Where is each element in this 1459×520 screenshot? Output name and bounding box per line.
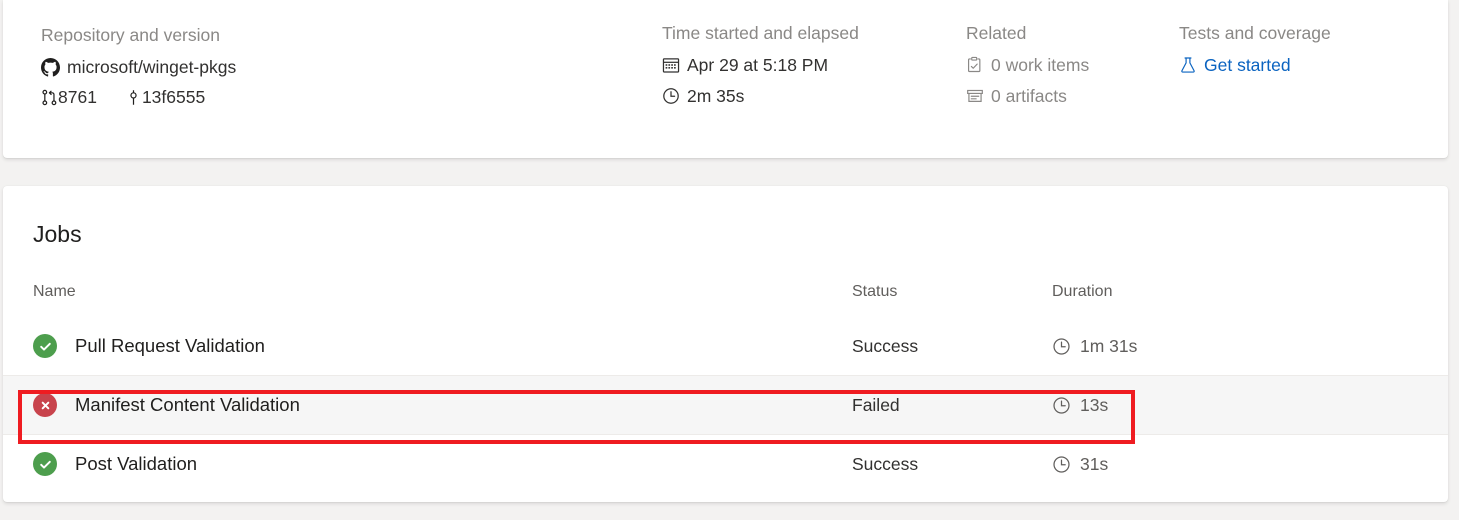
job-status-cell: Failed — [852, 376, 900, 434]
job-duration-cell: 31s — [1052, 435, 1108, 493]
work-items-value: 0 work items — [991, 55, 1090, 75]
jobs-table: Name Status Duration Pull Request Valida… — [3, 282, 1448, 493]
status-badge: Failed — [852, 394, 900, 415]
column-header-status: Status — [852, 283, 898, 300]
repository-column-title: Repository and version — [41, 25, 220, 45]
work-items-row[interactable]: 0 work items — [966, 54, 1089, 76]
status-badge: Success — [852, 453, 919, 474]
flask-icon — [1179, 56, 1197, 74]
jobs-heading: Jobs — [33, 221, 82, 247]
table-row[interactable]: Manifest Content Validation Failed 13s — [3, 375, 1448, 434]
repository-meta-row: 8761 13f6555 — [41, 87, 236, 108]
job-name-cell[interactable]: Manifest Content Validation — [33, 376, 300, 434]
summary-column-related: Related 0 work items 0 artifacts — [966, 21, 1089, 107]
time-column-title: Time started and elapsed — [662, 23, 859, 43]
time-elapsed-value: 2m 35s — [687, 86, 745, 106]
pull-request-number: 8761 — [58, 87, 97, 107]
check-circle-icon — [33, 334, 57, 358]
column-header-duration: Duration — [1052, 283, 1113, 300]
calendar-icon — [662, 56, 680, 74]
pull-request-group[interactable]: 8761 — [41, 87, 97, 108]
commit-icon — [125, 89, 142, 106]
summary-column-time: Time started and elapsed Apr 29 at 5:18 … — [662, 21, 859, 107]
time-started-row: Apr 29 at 5:18 PM — [662, 54, 859, 76]
job-status-cell: Success — [852, 435, 918, 493]
job-duration-cell: 13s — [1052, 376, 1108, 434]
time-started-value: Apr 29 at 5:18 PM — [687, 55, 829, 75]
column-header-name: Name — [33, 283, 76, 300]
error-circle-icon — [33, 393, 57, 417]
time-elapsed-row: 2m 35s — [662, 85, 859, 107]
repository-name: microsoft/winget-pkgs — [67, 57, 237, 77]
duration-value: 31s — [1080, 453, 1109, 474]
job-name-label: Post Validation — [75, 453, 198, 474]
table-row[interactable]: Pull Request Validation Success 1m 31s — [3, 317, 1448, 375]
pull-request-icon — [41, 89, 58, 106]
artifact-box-icon — [966, 87, 984, 105]
job-name-cell[interactable]: Pull Request Validation — [33, 317, 265, 375]
job-duration-cell: 1m 31s — [1052, 317, 1137, 375]
check-circle-icon — [33, 452, 57, 476]
clock-icon — [1052, 455, 1071, 474]
build-summary-page: Repository and version microsoft/winget-… — [0, 0, 1459, 520]
commit-group[interactable]: 13f6555 — [125, 87, 205, 108]
jobs-card: Jobs Name Status Duration Pull Request V… — [3, 186, 1448, 502]
job-name-label: Pull Request Validation — [75, 335, 265, 356]
github-icon — [41, 57, 60, 77]
job-status-cell: Success — [852, 317, 918, 375]
job-name-label: Manifest Content Validation — [75, 394, 300, 415]
summary-column-repository: Repository and version microsoft/winget-… — [41, 23, 236, 108]
get-started-link[interactable]: Get started — [1204, 54, 1291, 76]
commit-hash: 13f6555 — [141, 87, 206, 107]
summary-column-tests: Tests and coverage Get started — [1179, 21, 1331, 76]
jobs-table-header: Name Status Duration — [3, 282, 1448, 317]
status-badge: Success — [852, 335, 919, 356]
tests-column-title: Tests and coverage — [1179, 23, 1331, 43]
related-column-title: Related — [966, 23, 1027, 43]
table-row[interactable]: Post Validation Success 31s — [3, 434, 1448, 493]
artifacts-row[interactable]: 0 artifacts — [966, 85, 1089, 107]
job-name-cell[interactable]: Post Validation — [33, 435, 197, 493]
get-started-row[interactable]: Get started — [1179, 54, 1331, 76]
clock-icon — [1052, 396, 1071, 415]
clipboard-check-icon — [966, 56, 984, 74]
summary-card: Repository and version microsoft/winget-… — [3, 0, 1448, 158]
artifacts-value: 0 artifacts — [991, 86, 1067, 106]
summary-columns: Repository and version microsoft/winget-… — [3, 0, 1448, 158]
repository-row[interactable]: microsoft/winget-pkgs — [41, 56, 236, 78]
duration-value: 1m 31s — [1080, 335, 1138, 356]
clock-icon — [1052, 337, 1071, 356]
clock-icon — [662, 87, 680, 105]
duration-value: 13s — [1080, 394, 1109, 415]
